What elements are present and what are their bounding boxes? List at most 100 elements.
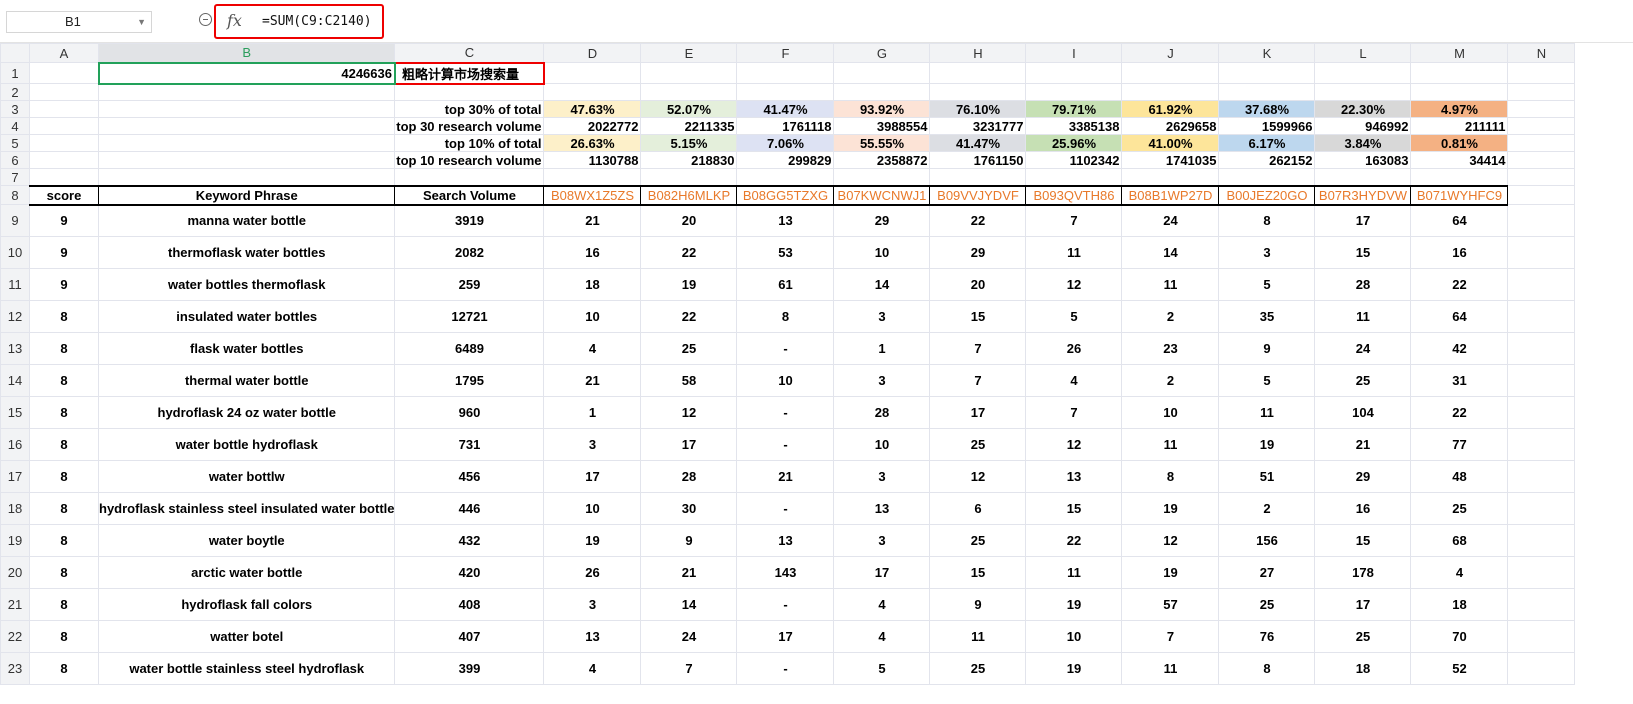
rank-cell[interactable]: - [736, 492, 835, 525]
cell[interactable] [1314, 168, 1412, 186]
rank-cell[interactable]: 25 [1410, 492, 1509, 525]
keyword-cell[interactable]: thermoflask water bottles [97, 236, 396, 269]
rank-cell[interactable]: 51 [1218, 460, 1316, 493]
rank-cell[interactable]: 9 [1218, 332, 1316, 365]
rank-cell[interactable]: 22 [929, 204, 1027, 237]
cell[interactable] [1121, 168, 1220, 186]
rank-cell[interactable]: 3 [833, 524, 931, 557]
score-cell[interactable]: 8 [29, 364, 99, 397]
rank-cell[interactable]: 14 [640, 588, 738, 621]
column-header[interactable]: F [736, 43, 835, 63]
rank-cell[interactable]: 11 [929, 620, 1027, 653]
rank-cell[interactable]: 9 [640, 524, 738, 557]
rank-cell[interactable]: 2 [1121, 364, 1220, 397]
header-score[interactable]: score [29, 184, 99, 206]
rank-cell[interactable]: 21 [1314, 428, 1412, 461]
rank-cell[interactable]: 22 [1410, 396, 1509, 429]
rank-cell[interactable]: 12 [640, 396, 738, 429]
row-header[interactable]: 16 [0, 428, 30, 461]
cell[interactable] [543, 83, 642, 101]
summary-value[interactable]: 1130788 [543, 151, 642, 169]
cell[interactable] [97, 151, 396, 169]
score-cell[interactable]: 9 [29, 204, 99, 237]
rank-cell[interactable]: 9 [929, 588, 1027, 621]
row-header[interactable]: 17 [0, 460, 30, 493]
rank-cell[interactable]: 29 [1314, 460, 1412, 493]
keyword-cell[interactable]: water bottle stainless steel hydroflask [97, 652, 396, 685]
rank-cell[interactable]: 15 [929, 300, 1027, 333]
header-asin[interactable]: B00JEZ20GO [1218, 184, 1316, 206]
rank-cell[interactable]: 8 [1121, 460, 1220, 493]
cell[interactable] [1507, 492, 1576, 525]
rank-cell[interactable]: 6 [929, 492, 1027, 525]
rank-cell[interactable]: 17 [833, 556, 931, 589]
keyword-cell[interactable]: insulated water bottles [97, 300, 396, 333]
cell[interactable] [29, 168, 99, 186]
summary-value[interactable]: 1599966 [1218, 117, 1316, 135]
rank-cell[interactable]: 64 [1410, 300, 1509, 333]
rank-cell[interactable]: 3 [833, 460, 931, 493]
rank-cell[interactable]: 3 [543, 588, 642, 621]
rank-cell[interactable]: 17 [929, 396, 1027, 429]
cell[interactable] [1507, 524, 1576, 557]
rank-cell[interactable]: - [736, 588, 835, 621]
total-cell[interactable]: 4246636 [97, 61, 396, 85]
rank-cell[interactable]: 5 [1025, 300, 1123, 333]
cell[interactable] [736, 168, 835, 186]
cell[interactable] [1507, 134, 1576, 152]
summary-value[interactable]: 0.81% [1410, 134, 1509, 152]
cell[interactable] [29, 83, 99, 101]
rank-cell[interactable]: 25 [929, 428, 1027, 461]
rank-cell[interactable]: 14 [833, 268, 931, 301]
rank-cell[interactable]: 4 [543, 332, 642, 365]
rank-cell[interactable]: 22 [640, 236, 738, 269]
cell[interactable] [640, 168, 738, 186]
rank-cell[interactable]: 11 [1025, 236, 1123, 269]
column-header[interactable]: M [1410, 43, 1509, 63]
rank-cell[interactable]: - [736, 396, 835, 429]
rank-cell[interactable]: 10 [543, 492, 642, 525]
rank-cell[interactable]: 4 [1025, 364, 1123, 397]
rank-cell[interactable]: 3 [833, 300, 931, 333]
row-header[interactable]: 1 [0, 62, 30, 84]
rank-cell[interactable]: 12 [929, 460, 1027, 493]
cell[interactable] [1507, 168, 1576, 186]
rank-cell[interactable]: 11 [1314, 300, 1412, 333]
rank-cell[interactable]: 16 [1314, 492, 1412, 525]
row-header[interactable]: 13 [0, 332, 30, 365]
cell[interactable] [1507, 300, 1576, 333]
cell[interactable] [1025, 168, 1123, 186]
volume-cell[interactable]: 960 [394, 396, 545, 429]
column-header[interactable]: J [1121, 43, 1220, 63]
summary-value[interactable]: 47.63% [543, 100, 642, 118]
cell[interactable] [1507, 620, 1576, 653]
cell[interactable] [833, 168, 931, 186]
summary-value[interactable]: 2629658 [1121, 117, 1220, 135]
rank-cell[interactable]: 13 [833, 492, 931, 525]
summary-value[interactable]: 76.10% [929, 100, 1027, 118]
summary-value[interactable]: 163083 [1314, 151, 1412, 169]
column-header[interactable]: L [1314, 43, 1412, 63]
cell[interactable] [1507, 428, 1576, 461]
row-header[interactable]: 21 [0, 588, 30, 621]
header-asin[interactable]: B09VVJYDVF [929, 184, 1027, 206]
rank-cell[interactable]: 21 [543, 204, 642, 237]
summary-label[interactable]: top 30% of total [394, 100, 545, 118]
rank-cell[interactable]: 27 [1218, 556, 1316, 589]
rank-cell[interactable]: 18 [543, 268, 642, 301]
rank-cell[interactable]: 16 [1410, 236, 1509, 269]
row-header[interactable]: 6 [0, 151, 30, 169]
score-cell[interactable]: 8 [29, 460, 99, 493]
summary-value[interactable]: 41.47% [736, 100, 835, 118]
rank-cell[interactable]: 104 [1314, 396, 1412, 429]
summary-value[interactable]: 211111 [1410, 117, 1509, 135]
score-cell[interactable]: 8 [29, 556, 99, 589]
row-header[interactable]: 11 [0, 268, 30, 301]
rank-cell[interactable]: 10 [543, 300, 642, 333]
rank-cell[interactable]: 11 [1121, 268, 1220, 301]
header-asin[interactable]: B08WX1Z5ZS [543, 184, 642, 206]
rank-cell[interactable]: 31 [1410, 364, 1509, 397]
score-cell[interactable]: 8 [29, 588, 99, 621]
cell[interactable] [1507, 236, 1576, 269]
cell[interactable] [1218, 168, 1316, 186]
